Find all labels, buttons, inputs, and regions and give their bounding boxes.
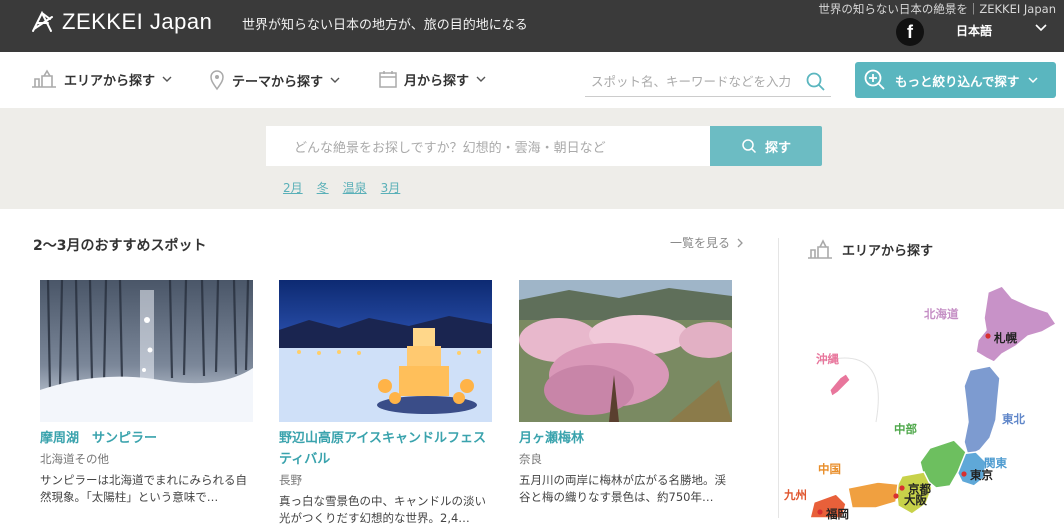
zoom-in-icon — [864, 69, 885, 90]
map-region-hokkaido[interactable] — [975, 285, 1058, 363]
region-label-chugoku[interactable]: 中国 — [818, 461, 841, 477]
area-panel-title-label: エリアから探す — [842, 243, 934, 259]
spot-card[interactable]: 野辺山高原アイスキャンドルフェスティバル 長野 真っ白な雪景色の中、キャンドルの… — [279, 280, 492, 527]
column-divider — [778, 238, 779, 518]
advanced-search-button[interactable]: もっと絞り込んで探す — [855, 62, 1056, 98]
see-all-label: 一覧を見る — [670, 236, 731, 250]
nav-theme-dropdown[interactable]: テーマから探す — [208, 69, 341, 91]
region-label-tohoku[interactable]: 東北 — [1002, 411, 1025, 427]
spot-description: 真っ白な雪景色の中、キャンドルの淡い光がつくりだす幻想的な世界。2,4… — [279, 494, 486, 525]
main-search-button[interactable]: 探す — [710, 126, 822, 166]
spot-description: サンピラーは北海道でまれにみられる自然現象。「太陽柱」という意味で… — [40, 473, 247, 504]
torii-icon — [32, 69, 56, 88]
logo-text: ZEKKEI Japan — [62, 9, 213, 34]
chevron-down-icon — [1028, 77, 1038, 84]
nav-theme-label: テーマから探す — [232, 74, 324, 90]
spot-photo-ice-candles[interactable] — [279, 280, 492, 422]
region-label-okinawa[interactable]: 沖縄 — [816, 351, 839, 367]
keyword-search — [585, 67, 831, 97]
spot-photo-plum-grove[interactable] — [519, 280, 732, 422]
spot-photo-snow-forest[interactable] — [40, 280, 253, 422]
facebook-icon[interactable]: f — [896, 18, 924, 46]
suggested-tags: 2月 冬 温泉 3月 — [283, 179, 400, 196]
zekkei-logo-icon — [32, 10, 53, 32]
search-icon — [742, 139, 757, 154]
language-selector[interactable]: 日本語 — [956, 22, 992, 39]
chevron-down-icon — [476, 76, 486, 82]
nav-area-dropdown[interactable]: エリアから探す — [30, 69, 173, 89]
spot-prefecture: 長野 — [279, 473, 302, 487]
map-pin-icon — [210, 70, 224, 91]
region-label-chubu[interactable]: 中部 — [894, 421, 917, 437]
tag-link[interactable]: 冬 — [317, 179, 329, 196]
section-title: 2～3月のおすすめスポット — [33, 238, 207, 254]
spot-title[interactable]: 摩周湖 サンピラー — [40, 428, 253, 449]
map-region-tohoku[interactable] — [963, 365, 1001, 458]
japan-map: 北海道 沖縄 東北 関東 中部 中国 九州 札幌 東京 京都 大阪 福岡 — [780, 282, 1064, 521]
region-label-hokkaido[interactable]: 北海道 — [924, 306, 959, 322]
calendar-icon — [379, 71, 397, 88]
region-label-kyushu[interactable]: 九州 — [784, 487, 807, 503]
tag-link[interactable]: 温泉 — [343, 179, 367, 196]
spot-card[interactable]: 摩周湖 サンピラー 北海道その他 サンピラーは北海道でまれにみられる自然現象。「… — [40, 280, 253, 506]
nav-month-label: 月から探す — [404, 73, 470, 89]
keyword-search-input[interactable] — [585, 67, 797, 95]
spot-prefecture: 北海道その他 — [40, 452, 109, 466]
chevron-right-icon — [737, 238, 743, 247]
main-search-button-label: 探す — [764, 140, 791, 156]
city-label-sapporo[interactable]: 札幌 — [994, 330, 1017, 346]
nav-month-dropdown[interactable]: 月から探す — [378, 69, 487, 89]
main-search: どんな絶景をお探しですか？幻想的・雲海・朝日など 探す — [266, 126, 822, 166]
city-label-tokyo[interactable]: 東京 — [970, 467, 993, 483]
tag-link[interactable]: 3月 — [381, 179, 401, 196]
map-region-chugoku[interactable] — [847, 481, 899, 509]
spot-prefecture: 奈良 — [519, 452, 542, 466]
city-label-fukuoka[interactable]: 福岡 — [826, 506, 849, 522]
top-right-tagline: 世界の知らない日本の絶景を｜ZEKKEI Japan — [818, 2, 1056, 16]
advanced-search-label: もっと絞り込んで探す — [895, 73, 1020, 89]
torii-icon — [808, 239, 832, 259]
spot-title[interactable]: 月ヶ瀬梅林 — [519, 428, 732, 449]
spot-description: 五月川の両岸に梅林が広がる名勝地。渓谷と梅の織りなす景色は、約750年… — [519, 473, 726, 504]
tag-link[interactable]: 2月 — [283, 179, 303, 196]
spot-title[interactable]: 野辺山高原アイスキャンドルフェスティバル — [279, 428, 492, 470]
site-tagline: 世界が知らない日本の地方が、旅の目的地になる — [242, 18, 528, 33]
city-label-osaka[interactable]: 大阪 — [904, 492, 927, 508]
chevron-down-icon — [330, 77, 340, 83]
map-region-okinawa[interactable] — [829, 373, 851, 397]
area-panel-title: エリアから探す — [806, 238, 933, 260]
nav-bar: エリアから探す テーマから探す 月から探す もっと絞り込んで探す — [0, 52, 1064, 108]
logo[interactable]: ZEKKEI Japan — [30, 9, 212, 35]
spot-card[interactable]: 月ヶ瀬梅林 奈良 五月川の両岸に梅林が広がる名勝地。渓谷と梅の織りなす景色は、約… — [519, 280, 732, 506]
top-bar: ZEKKEI Japan 世界が知らない日本の地方が、旅の目的地になる 世界の知… — [0, 0, 1064, 52]
search-band: どんな絶景をお探しですか？幻想的・雲海・朝日など 探す 2月 冬 温泉 3月 — [0, 108, 1064, 209]
see-all-link[interactable]: 一覧を見る — [670, 234, 744, 251]
nav-area-label: エリアから探す — [64, 73, 156, 89]
chevron-down-icon[interactable] — [1034, 20, 1048, 34]
main-search-input[interactable]: どんな絶景をお探しですか？幻想的・雲海・朝日など — [266, 126, 711, 166]
chevron-down-icon — [162, 76, 172, 82]
search-icon[interactable] — [805, 71, 827, 93]
